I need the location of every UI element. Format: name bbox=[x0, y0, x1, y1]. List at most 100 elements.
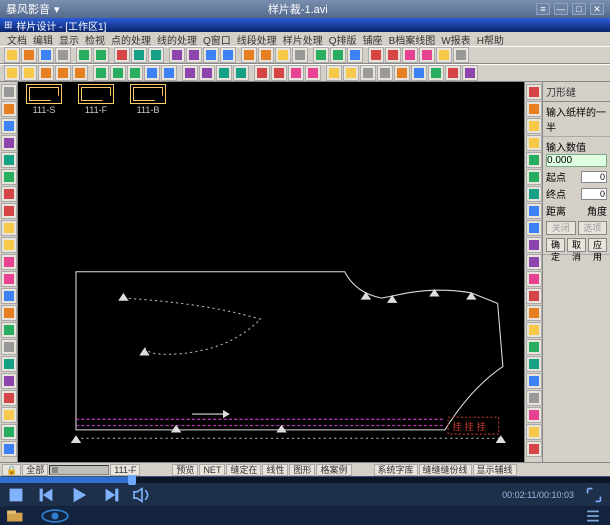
ltool-dim-icon[interactable] bbox=[1, 356, 17, 372]
tool-seam-icon[interactable] bbox=[419, 47, 435, 63]
menu-item[interactable]: 检视 bbox=[82, 32, 108, 47]
tool-grid-icon[interactable] bbox=[453, 47, 469, 63]
tool2-icon[interactable] bbox=[127, 65, 143, 81]
status-seg[interactable]: 缝缝缝份线 bbox=[419, 464, 472, 476]
menu-item[interactable]: 文档 bbox=[4, 32, 30, 47]
zoom-slider[interactable] bbox=[49, 465, 109, 475]
drawing-canvas[interactable]: 111-S 111-F 111-B bbox=[18, 82, 524, 462]
status-seg[interactable]: NET bbox=[199, 464, 225, 476]
tool2-icon[interactable] bbox=[233, 65, 249, 81]
ltool-move-icon[interactable] bbox=[1, 271, 17, 287]
ltool-arc-icon[interactable] bbox=[1, 152, 17, 168]
seek-knob[interactable] bbox=[128, 475, 136, 485]
status-seg[interactable]: 格案例 bbox=[316, 464, 351, 476]
menu-item[interactable]: 点的处理 bbox=[108, 32, 154, 47]
rtool-icon[interactable] bbox=[526, 237, 542, 253]
tool2-icon[interactable] bbox=[462, 65, 478, 81]
status-piece[interactable]: 111-F bbox=[110, 464, 140, 476]
rtool-icon[interactable] bbox=[526, 220, 542, 236]
ltool-check-icon[interactable] bbox=[1, 424, 17, 440]
rtool-icon[interactable] bbox=[526, 390, 542, 406]
tool2-icon[interactable] bbox=[360, 65, 376, 81]
channel-button[interactable]: ≡ bbox=[536, 3, 550, 15]
ltool-trim-icon[interactable] bbox=[1, 186, 17, 202]
status-seg[interactable]: 显示辅线 bbox=[473, 464, 517, 476]
menu-item[interactable]: 线的处理 bbox=[154, 32, 200, 47]
next-icon[interactable] bbox=[102, 487, 122, 503]
menu-item[interactable]: W报表 bbox=[438, 32, 473, 47]
ltool-notch-icon[interactable] bbox=[1, 305, 17, 321]
tool2-icon[interactable] bbox=[445, 65, 461, 81]
rtool-icon[interactable] bbox=[526, 407, 542, 423]
tool2-icon[interactable] bbox=[271, 65, 287, 81]
prev-icon[interactable] bbox=[36, 487, 56, 503]
ltool-export-icon[interactable] bbox=[1, 441, 17, 457]
ltool-select-icon[interactable] bbox=[1, 84, 17, 100]
ltool-line-icon[interactable] bbox=[1, 118, 17, 134]
rtool-icon[interactable] bbox=[526, 203, 542, 219]
tool-zoom-icon[interactable] bbox=[313, 47, 329, 63]
tool2-icon[interactable] bbox=[161, 65, 177, 81]
menu-item[interactable]: 样片处理 bbox=[280, 32, 326, 47]
ltool-scale-icon[interactable] bbox=[1, 254, 17, 270]
thumb-111-s[interactable]: 111-S bbox=[26, 84, 62, 116]
ltool-point-icon[interactable] bbox=[1, 101, 17, 117]
lock-icon[interactable]: 🔒 bbox=[2, 464, 21, 476]
rtool-icon[interactable] bbox=[526, 101, 542, 117]
playlist-icon[interactable] bbox=[582, 509, 604, 523]
tool-grain-icon[interactable] bbox=[275, 47, 291, 63]
value-input[interactable] bbox=[546, 154, 607, 167]
tool2-icon[interactable] bbox=[199, 65, 215, 81]
ltool-curve-icon[interactable] bbox=[1, 135, 17, 151]
ltool-rect-icon[interactable] bbox=[1, 169, 17, 185]
tool-redo-icon[interactable] bbox=[93, 47, 109, 63]
seek-bar[interactable] bbox=[0, 477, 610, 483]
rtool-icon[interactable] bbox=[526, 356, 542, 372]
menu-item[interactable]: 铺座 bbox=[360, 32, 386, 47]
tool-fit-icon[interactable] bbox=[347, 47, 363, 63]
close-panel-button[interactable]: 关闭 bbox=[546, 221, 576, 235]
status-layer[interactable]: 全部 bbox=[22, 464, 48, 476]
tool2-icon[interactable] bbox=[254, 65, 270, 81]
play-icon[interactable] bbox=[66, 486, 92, 504]
ltool-grain-icon[interactable] bbox=[1, 322, 17, 338]
status-seg[interactable]: 预览 bbox=[172, 464, 198, 476]
tool-notch-icon[interactable] bbox=[258, 47, 274, 63]
rtool-icon[interactable] bbox=[526, 288, 542, 304]
cancel-button[interactable]: 取消 bbox=[567, 238, 586, 252]
rtool-icon[interactable] bbox=[526, 424, 542, 440]
tool-copy-icon[interactable] bbox=[131, 47, 147, 63]
ltool-extend-icon[interactable] bbox=[1, 203, 17, 219]
maximize-button[interactable]: □ bbox=[572, 3, 586, 15]
tool2-icon[interactable] bbox=[411, 65, 427, 81]
tool2-icon[interactable] bbox=[182, 65, 198, 81]
stop-icon[interactable] bbox=[6, 487, 26, 503]
thumb-111-b[interactable]: 111-B bbox=[130, 84, 166, 116]
rtool-icon[interactable] bbox=[526, 305, 542, 321]
tool2-icon[interactable] bbox=[305, 65, 321, 81]
volume-icon[interactable] bbox=[132, 487, 152, 503]
ltool-mirror-icon[interactable] bbox=[1, 220, 17, 236]
rtool-icon[interactable] bbox=[526, 152, 542, 168]
tool-layers-icon[interactable] bbox=[436, 47, 452, 63]
tool-cut-icon[interactable] bbox=[114, 47, 130, 63]
apply-button[interactable]: 应用 bbox=[588, 238, 607, 252]
status-seg[interactable]: 线性 bbox=[262, 464, 288, 476]
status-seg[interactable]: 缝定在 bbox=[226, 464, 261, 476]
tool2-icon[interactable] bbox=[288, 65, 304, 81]
ltool-seam-icon[interactable] bbox=[1, 373, 17, 389]
ltool-pleat-icon[interactable] bbox=[1, 407, 17, 423]
rtool-icon[interactable] bbox=[526, 441, 542, 457]
tool-pan-icon[interactable] bbox=[330, 47, 346, 63]
rtool-icon[interactable] bbox=[526, 254, 542, 270]
tool-undo-icon[interactable] bbox=[76, 47, 92, 63]
tool2-icon[interactable] bbox=[4, 65, 20, 81]
tool2-icon[interactable] bbox=[72, 65, 88, 81]
menu-item[interactable]: 显示 bbox=[56, 32, 82, 47]
ltool-offset-icon[interactable] bbox=[1, 288, 17, 304]
tool2-icon[interactable] bbox=[144, 65, 160, 81]
minimize-button[interactable]: — bbox=[554, 3, 568, 15]
rtool-icon[interactable] bbox=[526, 135, 542, 151]
status-seg[interactable]: 图形 bbox=[289, 464, 315, 476]
rtool-icon[interactable] bbox=[526, 118, 542, 134]
